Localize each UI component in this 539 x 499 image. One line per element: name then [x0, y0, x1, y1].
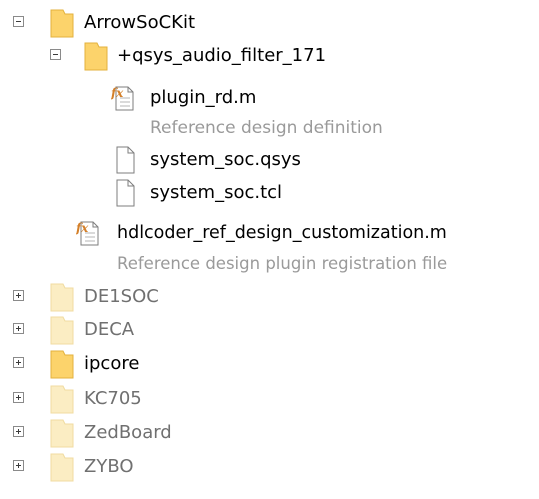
tree-row-hdlcoder-customization[interactable]: fx hdlcoder_ref_design_customization.m — [0, 218, 539, 248]
tree-row-arrowsockit[interactable]: ArrowSoCKit — [0, 8, 539, 38]
tree-row-ipcore[interactable]: ipcore — [0, 349, 539, 379]
file-icon — [116, 179, 136, 207]
matlab-function-icon: fx — [76, 219, 102, 247]
tree-row-zedboard[interactable]: ZedBoard — [0, 418, 539, 448]
tree-row-description: Reference design plugin registration fil… — [0, 249, 539, 279]
tree-item-label: ZYBO — [84, 456, 134, 477]
tree-row-system-soc-qsys[interactable]: system_soc.qsys — [0, 145, 539, 175]
tree-row-kc705[interactable]: KC705 — [0, 384, 539, 414]
tree-item-label: KC705 — [84, 388, 142, 409]
tree-item-label: ArrowSoCKit — [84, 12, 196, 33]
expand-icon[interactable] — [13, 392, 24, 403]
package-prefix: + — [117, 45, 133, 66]
package-name: qsys_audio_filter_171 — [132, 45, 327, 66]
tree-row-plugin-rd[interactable]: fx plugin_rd.m — [0, 83, 539, 113]
folder-icon — [50, 349, 74, 379]
tree-item-label: DECA — [84, 319, 135, 340]
tree-item-label: +qsys_audio_filter_171 — [117, 45, 326, 67]
tree-row-system-soc-tcl[interactable]: system_soc.tcl — [0, 178, 539, 208]
tree-item-label: ZedBoard — [84, 422, 172, 443]
folder-icon — [50, 282, 74, 312]
tree-row-qsys-audio-filter[interactable]: +qsys_audio_filter_171 — [0, 41, 539, 71]
tree-item-label: hdlcoder_ref_design_customization.m — [117, 223, 447, 243]
folder-icon — [50, 8, 74, 38]
file-icon — [116, 146, 136, 174]
expand-icon[interactable] — [13, 460, 24, 471]
tree-item-label: DE1SOC — [84, 286, 159, 307]
expand-icon[interactable] — [13, 426, 24, 437]
svg-text:fx: fx — [111, 86, 124, 100]
folder-icon — [50, 418, 74, 448]
folder-icon — [84, 41, 108, 71]
expand-icon[interactable] — [13, 290, 24, 301]
tree-row-description: Reference design definition — [0, 113, 539, 143]
matlab-function-icon: fx — [111, 84, 137, 112]
file-tree: ArrowSoCKit +qsys_audio_filter_171 fx pl… — [0, 0, 539, 499]
folder-icon — [50, 384, 74, 414]
collapse-icon[interactable] — [50, 49, 61, 60]
file-description: Reference design definition — [150, 118, 383, 138]
folder-icon — [50, 315, 74, 345]
tree-row-de1soc[interactable]: DE1SOC — [0, 282, 539, 312]
expand-icon[interactable] — [13, 323, 24, 334]
tree-item-label: system_soc.tcl — [150, 182, 283, 203]
collapse-icon[interactable] — [13, 16, 24, 27]
tree-item-label: ipcore — [84, 353, 140, 374]
file-description: Reference design plugin registration fil… — [117, 254, 448, 273]
tree-row-deca[interactable]: DECA — [0, 315, 539, 345]
expand-icon[interactable] — [13, 357, 24, 368]
svg-text:fx: fx — [76, 221, 89, 235]
folder-icon — [50, 452, 74, 482]
tree-item-label: plugin_rd.m — [150, 87, 257, 108]
tree-row-zybo[interactable]: ZYBO — [0, 452, 539, 482]
tree-item-label: system_soc.qsys — [150, 149, 301, 170]
